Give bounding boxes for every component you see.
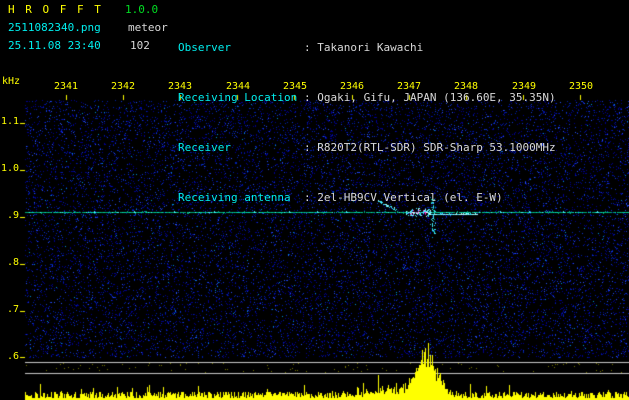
info-separator: : bbox=[304, 141, 318, 154]
info-row-antenna: Receiving antenna: 2el-HB9CV Vertical (e… bbox=[178, 192, 556, 204]
info-separator: : bbox=[304, 191, 318, 204]
info-row-receiver: Receiver: R820T2(RTL-SDR) SDR-Sharp 53.1… bbox=[178, 142, 556, 154]
info-label: Receiving antenna bbox=[178, 191, 291, 204]
x-tick-label: 2342 bbox=[111, 81, 136, 92]
hrofft-window: H R O F F T 1.0.0 2511082340.png meteor … bbox=[0, 0, 629, 400]
info-row-observer: Observer: Takanori Kawachi bbox=[178, 42, 556, 54]
x-tick-label: 2343 bbox=[168, 81, 193, 92]
info-value: Takanori Kawachi bbox=[317, 41, 424, 54]
app-version: 1.0.0 bbox=[125, 3, 159, 16]
info-label: Observer bbox=[178, 41, 231, 54]
x-tick-label: 2345 bbox=[283, 81, 308, 92]
y-axis-unit-label: kHz bbox=[2, 76, 21, 87]
x-tick-label: 2346 bbox=[340, 81, 365, 92]
x-tick-label: 2347 bbox=[397, 81, 422, 92]
y-tick-label: .7 bbox=[6, 304, 19, 315]
x-tick-label: 2350 bbox=[569, 81, 594, 92]
info-value: Ogaki, Gifu, JAPAN (136.60E, 35.35N) bbox=[317, 91, 556, 104]
y-tick-label: .8 bbox=[6, 257, 19, 268]
info-label: Receiving Location bbox=[178, 91, 298, 104]
x-tick-label: 2341 bbox=[54, 81, 79, 92]
y-tick-label: .6 bbox=[6, 351, 19, 362]
info-value: 2el-HB9CV Vertical (el. E-W) bbox=[317, 191, 503, 204]
info-label: Receiver bbox=[178, 141, 231, 154]
info-separator: : bbox=[304, 91, 318, 104]
info-value: R820T2(RTL-SDR) SDR-Sharp 53.1000MHz bbox=[317, 141, 556, 154]
event-counter: 102 bbox=[130, 39, 150, 52]
x-tick-label: 2349 bbox=[512, 81, 537, 92]
app-title: H R O F F T bbox=[8, 3, 103, 16]
mode-label: meteor bbox=[128, 21, 168, 34]
y-tick-label: 1.1 bbox=[0, 116, 19, 127]
x-tick-label: 2344 bbox=[226, 81, 251, 92]
y-tick-label: 1.0 bbox=[0, 163, 19, 174]
info-row-location: Receiving Location: Ogaki, Gifu, JAPAN (… bbox=[178, 92, 556, 104]
output-filename: 2511082340.png bbox=[8, 21, 101, 34]
info-separator: : bbox=[304, 41, 318, 54]
station-info-block: Observer: Takanori Kawachi Receiving Loc… bbox=[178, 4, 556, 242]
y-tick-label: .9 bbox=[6, 210, 19, 221]
timestamp: 25.11.08 23:40 bbox=[8, 39, 101, 52]
x-tick-label: 2348 bbox=[454, 81, 479, 92]
